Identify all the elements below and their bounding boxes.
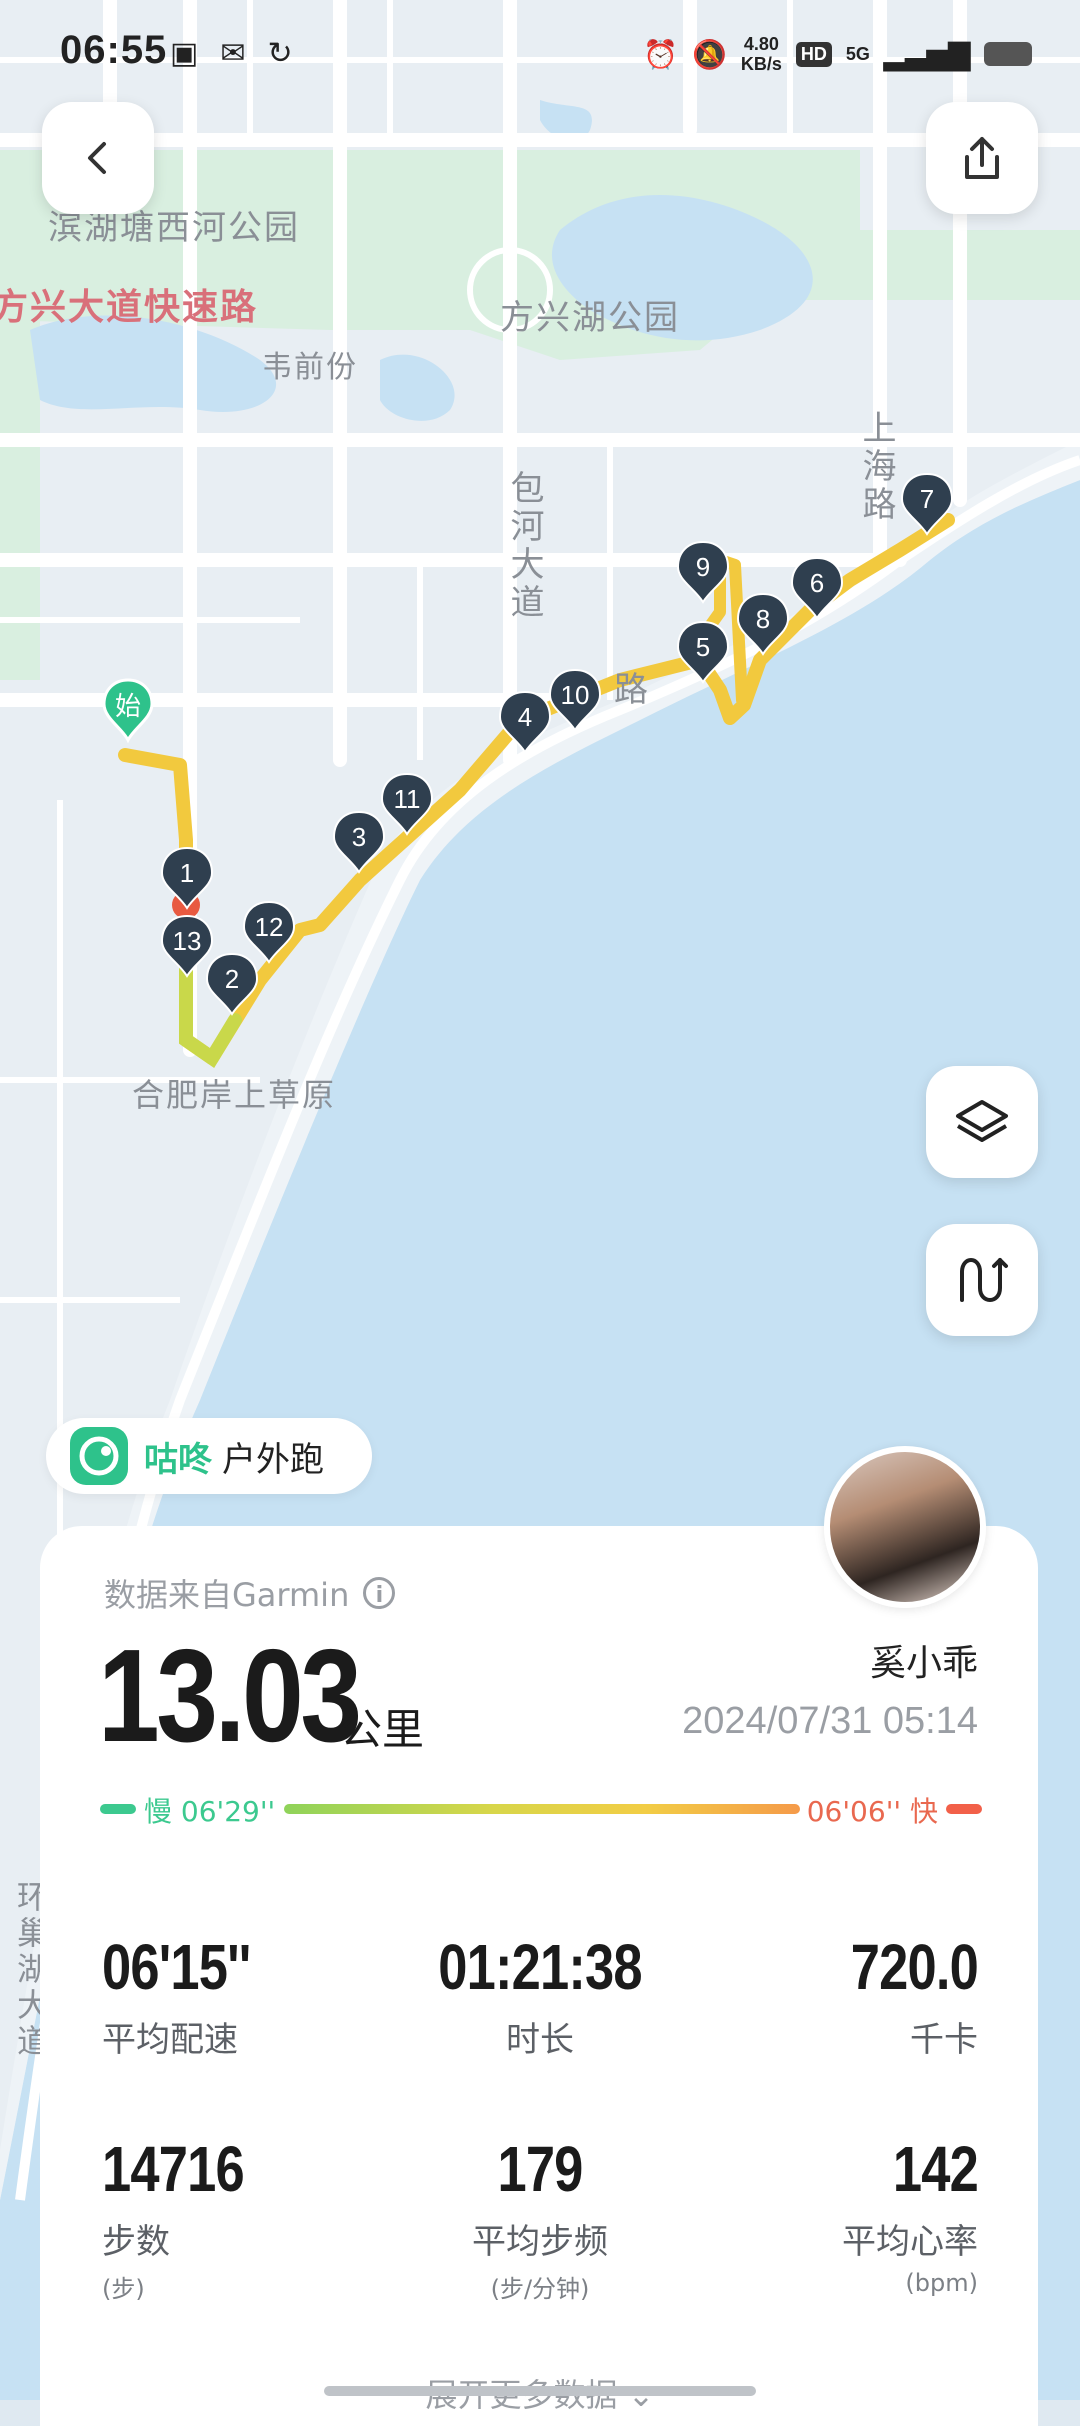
stat-value: 06'15'': [102, 1931, 251, 2003]
data-source: 数据来自Garmin i: [104, 1570, 396, 1616]
distance-value: 13.03: [98, 1622, 362, 1769]
pace-range: 慢 06'29'' 06'06'' 快: [100, 1790, 982, 1834]
km-marker-label: 12: [254, 912, 284, 942]
fast-pace-dot: [946, 1804, 982, 1814]
km-marker-3[interactable]: 3: [332, 810, 386, 876]
info-icon[interactable]: i: [363, 1577, 396, 1609]
back-button[interactable]: [42, 102, 154, 214]
stat-label: 千卡: [910, 2020, 978, 2060]
km-marker-label: 5: [695, 632, 711, 662]
km-marker-9[interactable]: 9: [676, 540, 730, 606]
network-speed-unit: KB/s: [740, 54, 782, 74]
stat-unit: (bpm): [905, 2269, 978, 2297]
km-marker-label: 8: [755, 604, 771, 634]
stat-heart-rate: 142 平均心率 (bpm): [678, 2132, 979, 2297]
stat-value: 01:21:38: [438, 1931, 642, 2003]
network-speed-value: 4.80: [743, 34, 779, 54]
notification-icons: ▣ ✉ ↻: [170, 36, 293, 71]
km-marker-11[interactable]: 11: [380, 772, 434, 838]
user-avatar[interactable]: [824, 1446, 986, 1608]
km-marker-label: 3: [351, 822, 367, 852]
km-marker-7[interactable]: 7: [900, 472, 954, 538]
km-marker-10[interactable]: 10: [548, 668, 602, 734]
km-marker-label: 6: [809, 568, 825, 598]
km-marker-label: 1: [179, 858, 195, 888]
stat-value: 720.0: [850, 1931, 979, 2003]
map-label-shanghai-road: 上海路: [856, 410, 896, 524]
km-marker-8[interactable]: 8: [736, 592, 790, 658]
distance-unit: 公里: [340, 1705, 425, 1754]
stat-value: 179: [497, 2133, 583, 2205]
alarm-icon: ⏰: [643, 38, 678, 70]
activity-type: 户外跑: [222, 1439, 324, 1480]
hd-badge: HD: [795, 41, 832, 67]
start-pin-label: 始: [114, 692, 141, 722]
km-marker-label: 13: [172, 926, 202, 956]
stat-steps: 14716 步数 (步): [102, 2132, 402, 2304]
slow-pace-label: 慢 06'29'': [144, 1795, 276, 1828]
map-label-fangxing-lake: 方兴湖公园: [500, 298, 680, 338]
stat-unit: (步/分钟): [490, 2275, 590, 2303]
stat-label: 平均步频: [472, 2222, 608, 2262]
km-marker-label: 9: [695, 552, 711, 582]
fast-pace-label: 06'06'' 快: [806, 1795, 938, 1828]
status-bar: 06:55 ▣ ✉ ↻ ⏰ 🔕 4.80 KB/s HD 5G ▂▃▅▇: [0, 0, 1080, 110]
activity-datetime: 2024/07/31 05:14: [682, 1700, 978, 1742]
map-label-road-partial: 路: [614, 670, 650, 710]
km-marker-4[interactable]: 4: [498, 690, 552, 756]
stat-label: 时长: [506, 2020, 574, 2060]
stat-cadence: 179 平均步频 (步/分钟): [390, 2132, 690, 2304]
signal-5g: 5G: [845, 43, 870, 64]
km-marker-6[interactable]: 6: [790, 556, 844, 622]
stat-label: 平均配速: [102, 2020, 238, 2060]
km-marker-12[interactable]: 12: [242, 900, 296, 966]
brand-pill: 咕咚 户外跑: [46, 1418, 372, 1494]
codoon-logo-icon: [70, 1427, 128, 1485]
map-label-baohe-avenue: 包河大道: [504, 470, 544, 622]
status-time: 06:55: [60, 28, 168, 72]
gallery-icon: ▣: [170, 37, 199, 70]
share-icon: [965, 137, 999, 179]
stat-label: 平均心率: [842, 2222, 978, 2262]
km-marker-1[interactable]: 1: [160, 846, 214, 912]
sync-icon: ↻: [267, 37, 293, 70]
status-right: ⏰ 🔕 4.80 KB/s HD 5G ▂▃▅▇: [643, 34, 1032, 74]
km-marker-label: 4: [517, 702, 533, 732]
pace-gradient-bar: [284, 1804, 800, 1814]
home-indicator[interactable]: [324, 2386, 756, 2396]
km-marker-5[interactable]: 5: [676, 620, 730, 686]
mute-icon: 🔕: [691, 38, 727, 70]
stat-unit: (步): [102, 2275, 145, 2303]
stat-duration: 01:21:38 时长: [390, 1930, 690, 2061]
map-label-grassland: 合肥岸上草原: [132, 1076, 337, 1114]
signal-bars-icon: ▂▃▅▇: [883, 38, 970, 70]
stat-avg-pace: 06'15'' 平均配速: [102, 1930, 402, 2061]
route-icon: [960, 1258, 1008, 1302]
chevron-left-icon: [88, 142, 106, 174]
data-source-label: 数据来自Garmin: [104, 1576, 350, 1614]
km-marker-label: 11: [393, 784, 421, 814]
stat-calories: 720.0 千卡: [678, 1930, 979, 2061]
km-marker-label: 7: [919, 484, 935, 514]
network-speed: 4.80 KB/s: [741, 34, 782, 74]
route-replay-button[interactable]: [926, 1224, 1038, 1336]
share-button[interactable]: [926, 102, 1038, 214]
battery-icon: [984, 42, 1032, 66]
km-marker-label: 10: [560, 680, 590, 710]
start-pin[interactable]: 始: [102, 678, 154, 744]
stat-value: 14716: [102, 2133, 245, 2205]
stat-label: 步数: [102, 2222, 170, 2262]
map-layers-button[interactable]: [926, 1066, 1038, 1178]
map-label-expressway: 方兴大道快速路: [0, 287, 259, 328]
layers-icon: [956, 1100, 1008, 1142]
km-marker-13[interactable]: 13: [160, 914, 214, 980]
wechat-icon: ✉: [220, 37, 246, 70]
brand-name: 咕咚: [144, 1439, 212, 1480]
slow-pace-dot: [100, 1804, 136, 1814]
username[interactable]: 奚小乖: [870, 1634, 978, 1686]
stat-value: 142: [892, 2133, 979, 2205]
map-label-weiqianfen: 韦前份: [262, 350, 358, 385]
